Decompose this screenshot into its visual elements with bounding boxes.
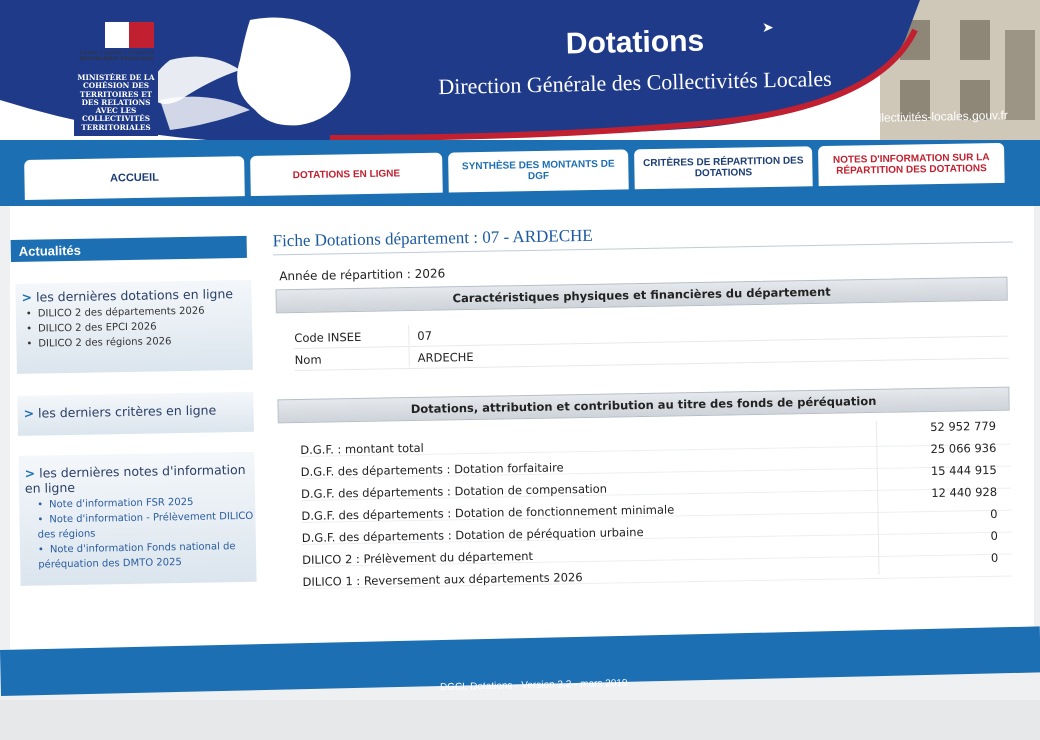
sidebar-box-notes: > les dernières notes d'information en li…: [18, 451, 257, 586]
chevron-right-icon: >: [23, 405, 35, 421]
sidebar-box-dotations: >les dernières dotations en ligne DILICO…: [15, 279, 253, 374]
row-key: Nom: [294, 352, 322, 368]
sidebar-box-criteres: > les derniers critères en ligne: [17, 391, 254, 436]
logo-republic: RÉPUBLIQUE FRANÇAISE: [79, 56, 155, 62]
row-label: DILICO 1 : Reversement aux départements …: [302, 570, 583, 589]
year-label: Année de répartition : 2026: [279, 266, 446, 284]
flag-icon: [80, 22, 155, 48]
chevron-right-icon: >: [21, 289, 33, 305]
row-amount: 25 066 936: [876, 440, 997, 465]
row-amount: 15 444 915: [876, 462, 998, 487]
row-amount: 12 440 928: [877, 484, 998, 509]
sidebar-heading: Actualités: [10, 235, 247, 262]
row-amount: 0: [878, 550, 999, 575]
page: Liberté • Égalité • Fraternité RÉPUBLIQU…: [0, 0, 1040, 740]
tab-criteres-repartition[interactable]: CRITÈRES DE RÉPARTITION DES DOTATIONS: [634, 146, 813, 190]
content-area: Actualités > les dernières dotations en l…: [10, 206, 1034, 652]
chevron-right-icon: >: [24, 465, 36, 481]
ministry-name: MINISTÈRE DE LA COHÉSION DES TERRITOIRES…: [74, 72, 158, 136]
app-title: Dotations: [565, 24, 705, 61]
tab-accueil[interactable]: ACCUEIL: [24, 156, 245, 200]
sidebar-link[interactable]: Note d'information Fonds national de pér…: [38, 539, 256, 573]
sidebar-section-title[interactable]: > les dernières dotations en ligne: [15, 280, 251, 305]
sidebar-section-title[interactable]: > les derniers critères en ligne: [17, 392, 253, 421]
main-panel: Fiche Dotations département : 07 - ARDEC…: [272, 218, 1013, 589]
tab-dotations-en-ligne[interactable]: DOTATIONS EN LIGNE: [250, 152, 443, 197]
government-logo: Liberté • Égalité • Fraternité RÉPUBLIQU…: [72, 22, 162, 136]
row-value: 07: [408, 324, 433, 346]
row-amount: 0: [877, 506, 998, 531]
row-key: Code INSEE: [294, 329, 362, 346]
sidebar-link[interactable]: DILICO 2 des régions 2026: [26, 333, 252, 352]
row-value: ARDECHE: [408, 345, 474, 368]
tab-notes-information[interactable]: NOTES D'INFORMATION SUR LA RÉPARTITION D…: [818, 142, 1005, 187]
row-amount: 0: [877, 528, 999, 553]
tab-synthese-dgf[interactable]: SYNTHÈSE DES MONTANTS DE DGF: [448, 149, 629, 193]
sidebar-section-title[interactable]: > les dernières notes d'information en li…: [18, 452, 255, 496]
mouse-cursor-icon: ➤: [762, 20, 774, 36]
page-title: Fiche Dotations département : 07 - ARDEC…: [272, 218, 1013, 256]
header-banner: Liberté • Égalité • Fraternité RÉPUBLIQU…: [0, 0, 1040, 142]
section-heading-dotations: Dotations, attribution et contribution a…: [277, 386, 1010, 424]
section-heading-characteristics: Caractéristiques physiques et financière…: [275, 276, 1008, 314]
page-bottom: [0, 700, 1040, 740]
sidebar-link[interactable]: Note d'information - Prélèvement DILICO …: [37, 509, 255, 543]
row-amount: 52 952 779: [875, 418, 997, 443]
